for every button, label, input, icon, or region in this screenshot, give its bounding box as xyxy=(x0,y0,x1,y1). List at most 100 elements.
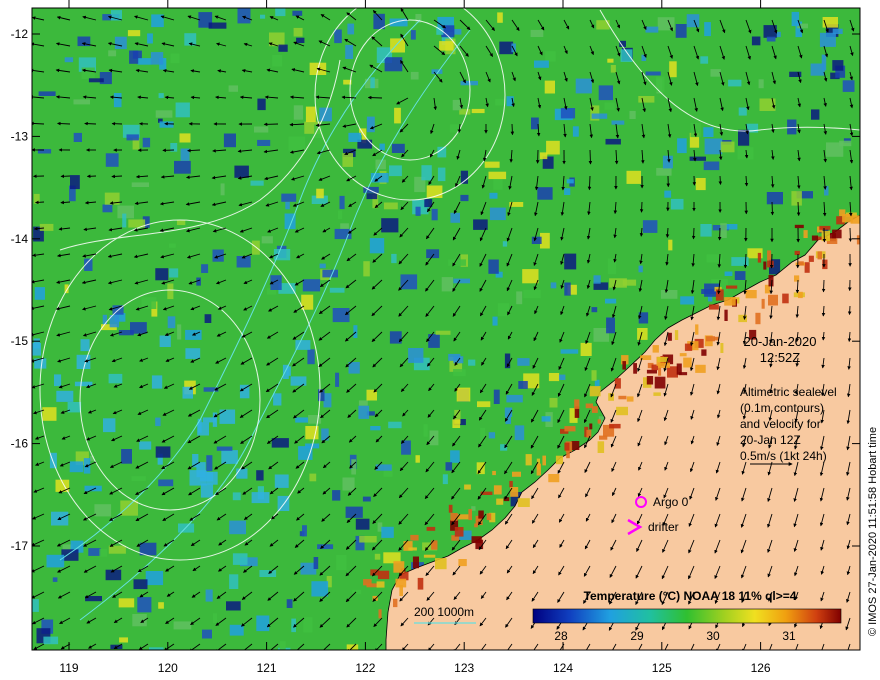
sst-warm-patch xyxy=(667,332,672,341)
sst-warm-patch xyxy=(767,260,774,268)
velocity-arrow xyxy=(35,200,45,205)
colorbar-title: Temperature (°C) NOAA 18 11% ql>=4 xyxy=(584,589,797,603)
sst-patch xyxy=(319,263,326,269)
sst-patch xyxy=(839,140,852,147)
sst-patch xyxy=(703,161,720,171)
sst-patch xyxy=(336,555,347,571)
sst-warm-patch xyxy=(822,259,828,270)
sst-patch xyxy=(158,93,164,99)
sst-patch xyxy=(293,27,303,37)
sst-patch xyxy=(598,85,613,101)
sst-warm-patch xyxy=(798,291,803,299)
sst-patch xyxy=(229,574,239,589)
sst-patch xyxy=(445,462,453,471)
sst-patch xyxy=(703,127,714,137)
sst-patch xyxy=(546,140,560,155)
sst-patch xyxy=(389,331,402,344)
sst-patch xyxy=(410,30,416,40)
sst-patch xyxy=(642,220,658,233)
sst-patch xyxy=(606,317,615,334)
sst-patch xyxy=(352,589,362,595)
sst-patch xyxy=(176,220,186,226)
sst-patch xyxy=(339,195,345,210)
sst-patch xyxy=(564,282,571,296)
velocity-arrow xyxy=(588,149,593,165)
sst-patch xyxy=(489,192,498,199)
sst-patch xyxy=(426,249,440,259)
svg-text:20-Jan 12Z: 20-Jan 12Z xyxy=(740,433,801,447)
sst-warm-patch xyxy=(536,463,541,476)
sst-patch xyxy=(391,253,397,264)
sst-patch xyxy=(450,450,460,463)
sst-warm-patch xyxy=(626,396,634,402)
sst-patch xyxy=(251,492,270,504)
sst-patch xyxy=(173,621,192,630)
sst-patch xyxy=(408,348,424,363)
sst-patch xyxy=(450,212,460,223)
sst-patch xyxy=(155,417,161,427)
sst-warm-patch xyxy=(674,330,679,340)
sst-patch xyxy=(54,374,62,387)
sst-patch xyxy=(811,109,820,120)
velocity-arrow xyxy=(57,121,71,126)
sst-patch xyxy=(605,298,617,304)
sst-warm-patch xyxy=(435,558,447,570)
sst-warm-patch xyxy=(646,376,654,385)
sst-patch xyxy=(379,143,385,151)
sst-patch xyxy=(675,24,687,38)
sst-patch xyxy=(670,198,684,210)
sst-patch xyxy=(791,11,800,27)
lon-tick-label: 125 xyxy=(652,661,672,675)
sst-warm-patch xyxy=(706,336,715,342)
sst-patch xyxy=(655,76,665,93)
sst-warm-patch xyxy=(633,363,637,374)
sst-patch xyxy=(335,372,340,387)
sst-patch xyxy=(359,536,377,543)
sst-patch xyxy=(656,167,672,176)
sst-patch xyxy=(120,500,138,516)
velocity-arrow xyxy=(769,253,774,269)
sst-warm-patch xyxy=(654,376,666,389)
sst-patch xyxy=(219,409,236,424)
sst-patch xyxy=(499,41,514,55)
sst-patch xyxy=(370,426,381,431)
sst-warm-patch xyxy=(763,261,767,270)
sst-patch xyxy=(362,496,371,502)
sst-patch xyxy=(127,30,141,37)
sst-patch xyxy=(366,389,377,401)
velocity-arrow xyxy=(111,174,123,179)
sst-warm-patch xyxy=(377,570,390,580)
sst-patch xyxy=(710,69,721,77)
sst-patch xyxy=(200,483,214,498)
sst-warm-patch xyxy=(794,250,800,255)
sst-patch xyxy=(531,236,542,244)
sst-patch xyxy=(390,38,405,53)
sst-warm-patch xyxy=(589,386,601,397)
sst-patch xyxy=(537,187,553,200)
sst-patch xyxy=(108,373,123,384)
sst-patch xyxy=(558,374,566,380)
sst-patch xyxy=(677,138,687,154)
sst-warm-patch xyxy=(492,470,496,476)
sst-patch xyxy=(429,430,439,446)
sst-patch xyxy=(645,26,659,33)
sst-patch xyxy=(704,22,711,37)
sst-warm-patch xyxy=(597,441,605,453)
date-label: 20-Jan-2020 xyxy=(744,334,817,349)
sst-patch xyxy=(437,167,446,182)
sst-patch xyxy=(340,223,349,230)
sst-patch xyxy=(296,37,305,43)
sst-patch xyxy=(564,188,571,195)
sst-patch xyxy=(591,113,608,119)
sst-patch xyxy=(452,419,461,428)
sst-patch xyxy=(610,65,616,73)
sst-patch xyxy=(174,160,191,174)
sst-patch xyxy=(216,446,233,451)
sst-patch xyxy=(596,20,610,30)
sst-patch xyxy=(256,470,264,481)
sst-patch xyxy=(832,60,844,71)
sst-patch xyxy=(272,55,283,67)
sst-warm-patch xyxy=(832,229,842,239)
sst-patch xyxy=(281,193,297,202)
sst-patch xyxy=(170,53,180,64)
